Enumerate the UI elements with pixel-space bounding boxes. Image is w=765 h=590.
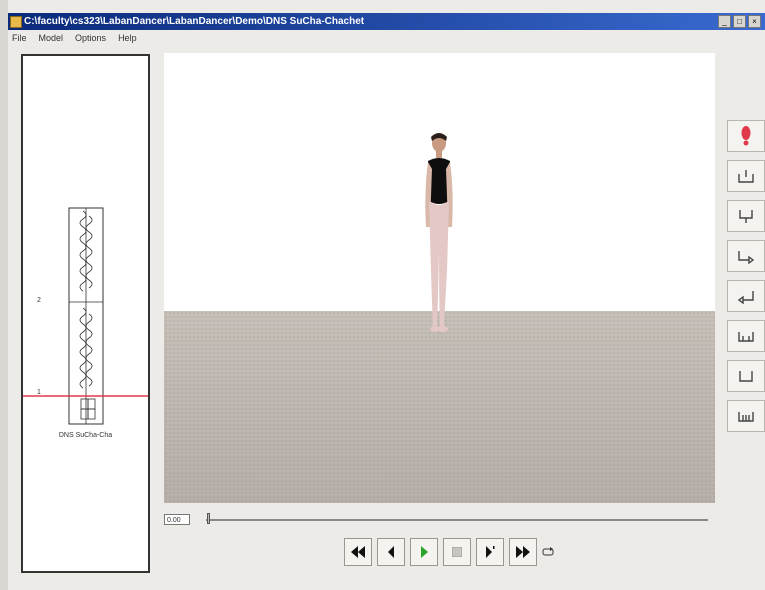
pose-tool-icon-1 [738, 170, 754, 183]
timeline-track[interactable] [206, 519, 708, 521]
menu-file[interactable]: File [12, 31, 27, 46]
pose-tool-icon-6 [739, 371, 753, 382]
pose-tool-button-2[interactable] [727, 200, 765, 232]
pose-tool-icon-3 [738, 251, 755, 264]
window-controls: _ □ × [718, 15, 761, 28]
menu-model[interactable]: Model [39, 31, 64, 46]
dancer-figure [425, 133, 453, 332]
step-back-button[interactable] [377, 538, 405, 566]
foot-marker-icon [741, 126, 751, 146]
timeline-thumb[interactable] [207, 513, 210, 524]
loop-icon[interactable] [542, 547, 554, 557]
window-title: C:\faculty\cs323\LabanDancer\LabanDancer… [24, 16, 365, 27]
measure-number-1: 1 [37, 389, 41, 396]
close-button[interactable]: × [748, 15, 761, 28]
labanotation-staff: 2 1 [23, 207, 148, 425]
pose-tool-button-1[interactable] [727, 160, 765, 192]
pose-tool-button-6[interactable] [727, 360, 765, 392]
pose-tool-icon-5 [738, 332, 754, 342]
menu-help[interactable]: Help [118, 31, 137, 46]
menu-bar: File Model Options Help [8, 31, 765, 46]
minimize-button[interactable]: _ [718, 15, 731, 28]
pose-tool-icon-4 [737, 291, 754, 304]
foot-marker-button[interactable] [727, 120, 765, 152]
timeline: 0.00 [164, 512, 715, 528]
play-icon [421, 546, 428, 558]
stop-icon [452, 547, 462, 557]
maximize-button[interactable]: □ [733, 15, 746, 28]
side-toolbar [727, 120, 765, 432]
pose-tool-button-7[interactable] [727, 400, 765, 432]
step-forward-icon [486, 546, 495, 558]
step-forward-button[interactable] [476, 538, 504, 566]
measure-number-2: 2 [37, 297, 41, 304]
pose-tool-button-4[interactable] [727, 280, 765, 312]
app-icon [10, 16, 22, 28]
pose-tool-button-5[interactable] [727, 320, 765, 352]
rewind-icon [351, 546, 365, 558]
rewind-to-start-button[interactable] [344, 538, 372, 566]
fast-forward-to-end-button[interactable] [509, 538, 537, 566]
title-bar: C:\faculty\cs323\LabanDancer\LabanDancer… [8, 13, 765, 30]
pose-tool-icon-7 [738, 412, 754, 422]
left-window-edge [0, 0, 8, 590]
stop-button[interactable] [443, 538, 471, 566]
play-button[interactable] [410, 538, 438, 566]
time-field[interactable]: 0.00 [164, 514, 190, 525]
menu-options[interactable]: Options [75, 31, 106, 46]
fast-forward-icon [516, 546, 530, 558]
transport-controls [344, 538, 554, 566]
score-caption: DNS SuCha-Cha [58, 432, 113, 439]
3d-viewport[interactable] [164, 53, 715, 503]
notation-score-panel[interactable]: 2 1 DNS SuCha-Cha [21, 54, 150, 573]
step-back-icon [388, 546, 394, 558]
pose-tool-icon-2 [739, 210, 753, 223]
pose-tool-button-3[interactable] [727, 240, 765, 272]
